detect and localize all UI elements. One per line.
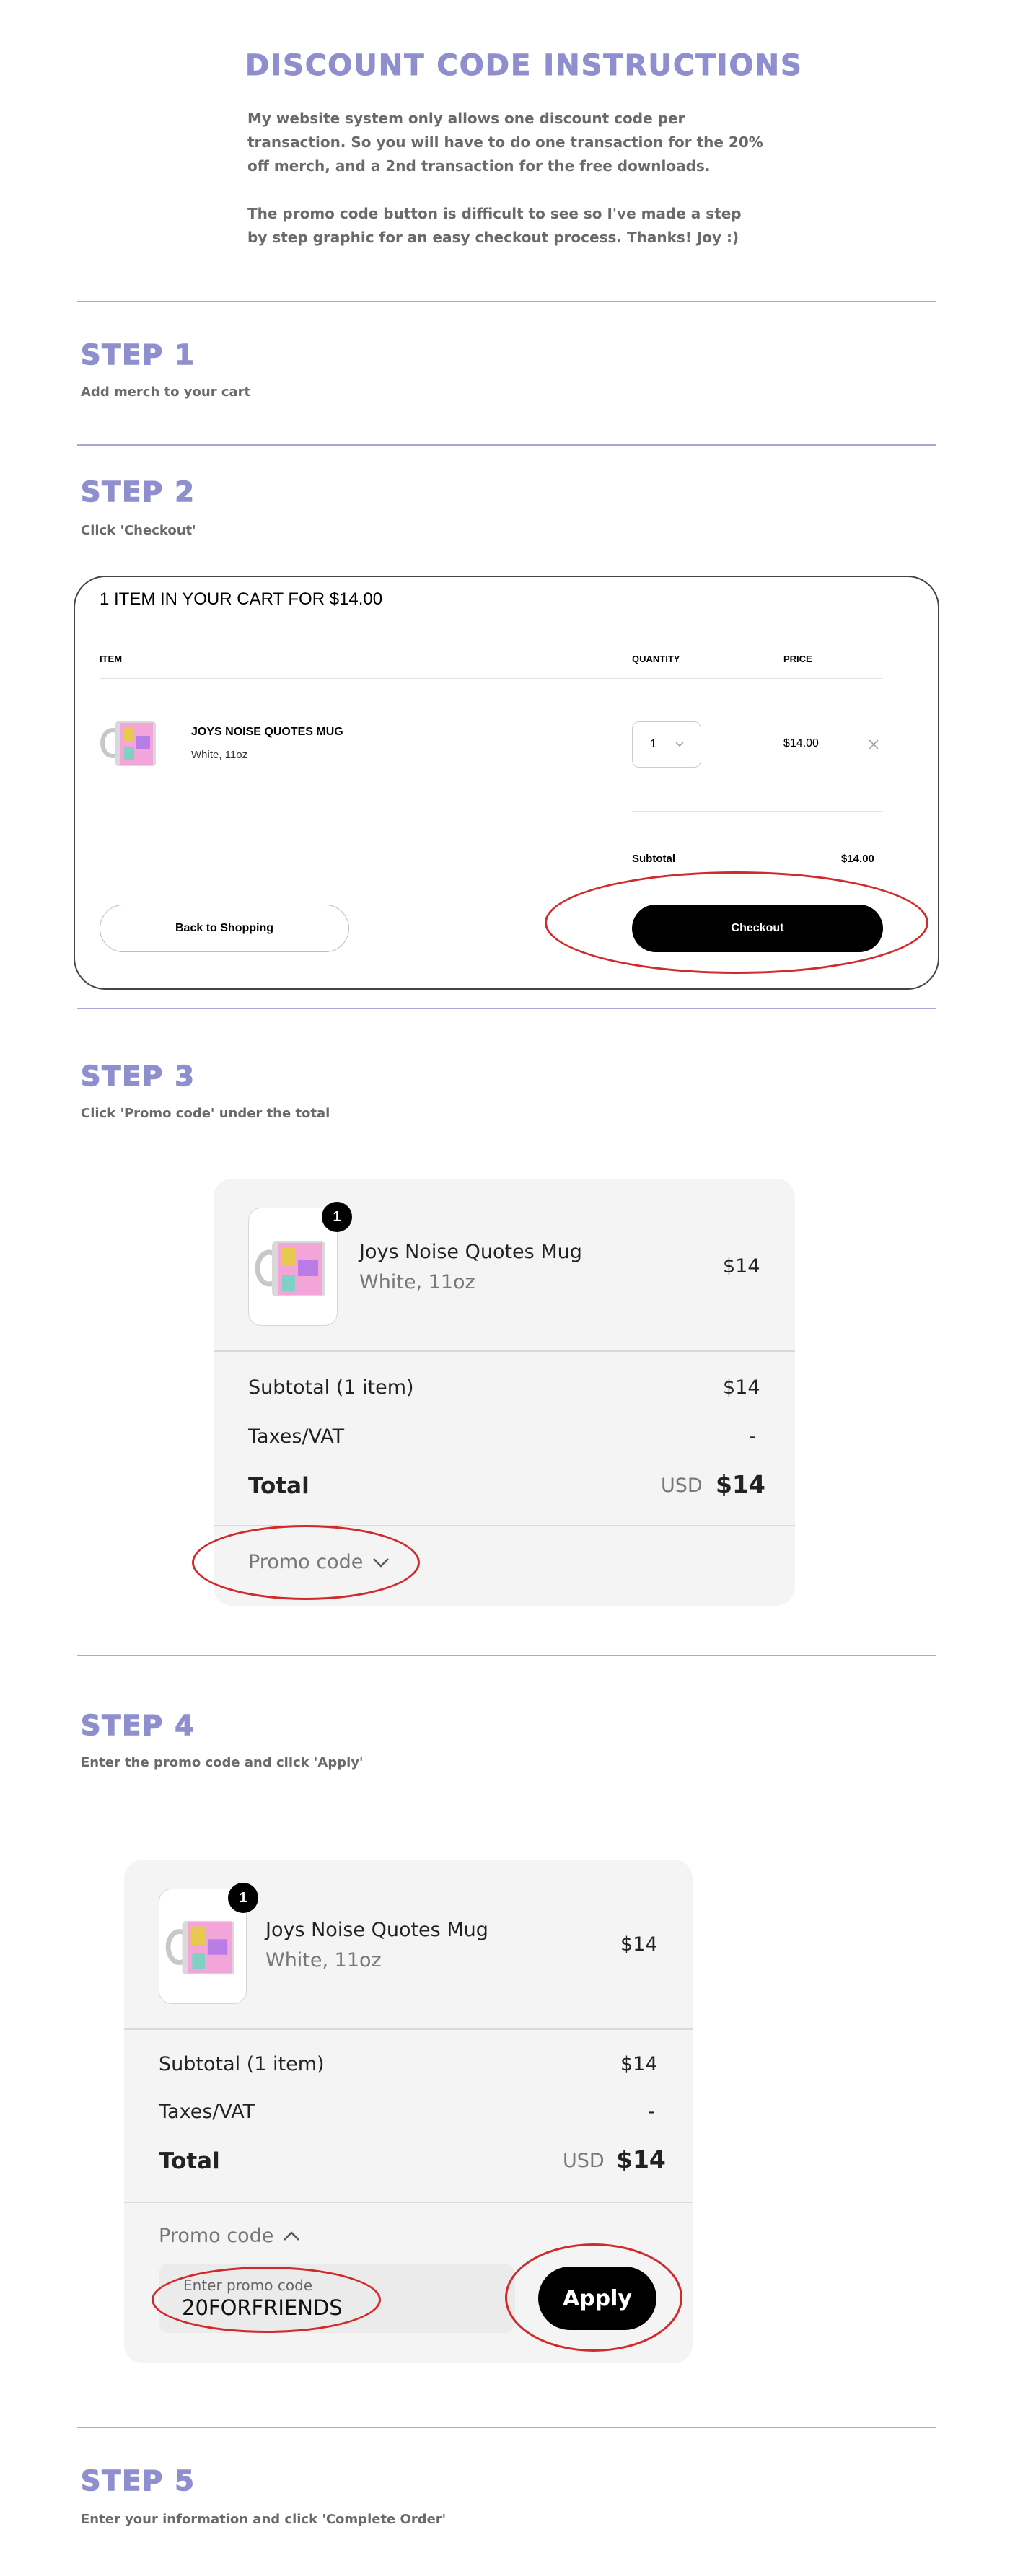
promo-code-toggle[interactable]: Promo code [159, 2225, 301, 2247]
product-variant: White, 11oz [191, 749, 248, 761]
divider [77, 444, 936, 446]
product-name[interactable]: JOYS NOISE QUOTES MUG [191, 726, 343, 739]
col-price: PRICE [783, 654, 812, 664]
divider [77, 301, 936, 302]
divider [100, 678, 883, 679]
divider [214, 1350, 795, 1352]
total-currency: USD [661, 1474, 703, 1497]
step-5-subtitle: Enter your information and click 'Comple… [81, 2512, 447, 2527]
step-2-subtitle: Click 'Checkout' [81, 523, 196, 538]
step-4-subtitle: Enter the promo code and click 'Apply' [81, 1755, 364, 1770]
divider [77, 1008, 936, 1009]
subtotal-label: Subtotal [632, 853, 675, 865]
total-currency: USD [563, 2150, 605, 2172]
step-2-title: STEP 2 [80, 475, 196, 509]
taxes-value: - [648, 2101, 655, 2123]
intro-line: transaction. So you will have to do one … [247, 133, 763, 151]
intro-line: The promo code button is difficult to se… [247, 205, 742, 222]
product-price: $14 [620, 1933, 658, 1956]
chevron-down-icon [675, 742, 684, 747]
step-5-title: STEP 5 [80, 2464, 196, 2497]
step-1-title: STEP 1 [80, 338, 196, 372]
total-label: Total [248, 1473, 309, 1499]
quantity-value: 1 [650, 738, 656, 750]
highlight-ellipse [505, 2243, 682, 2352]
cart-heading: 1 ITEM IN YOUR CART FOR $14.00 [100, 589, 383, 609]
total-value: $14 [616, 2145, 666, 2173]
product-price: $14.00 [783, 737, 819, 749]
divider [124, 2028, 693, 2030]
taxes-label: Taxes/VAT [159, 2101, 255, 2123]
highlight-ellipse [152, 2267, 381, 2333]
highlight-ellipse [192, 1525, 420, 1600]
product-variant: White, 11oz [359, 1271, 475, 1293]
subtotal-label: Subtotal (1 item) [248, 1376, 414, 1399]
total-label: Total [159, 2148, 220, 2174]
product-variant: White, 11oz [265, 1949, 382, 1971]
divider [632, 811, 883, 812]
quantity-badge: 1 [228, 1883, 258, 1913]
product-name: Joys Noise Quotes Mug [359, 1241, 582, 1263]
step-3-subtitle: Click 'Promo code' under the total [81, 1106, 330, 1121]
subtotal-value: $14 [620, 2053, 658, 2075]
quantity-badge: 1 [322, 1202, 352, 1232]
intro-line: My website system only allows one discou… [247, 110, 685, 127]
step-3-title: STEP 3 [80, 1060, 196, 1093]
divider [124, 2202, 693, 2203]
total-value: $14 [716, 1470, 765, 1498]
intro-text: My website system only allows one discou… [247, 107, 839, 250]
product-price: $14 [723, 1255, 760, 1278]
step-1-subtitle: Add merch to your cart [81, 384, 251, 400]
back-to-shopping-button[interactable]: Back to Shopping [100, 905, 349, 952]
promo-code-label: Promo code [159, 2225, 274, 2247]
step-4-title: STEP 4 [80, 1709, 196, 1742]
remove-icon[interactable] [868, 739, 879, 750]
divider [77, 1655, 936, 1656]
col-quantity: QUANTITY [632, 654, 680, 664]
subtotal-label: Subtotal (1 item) [159, 2053, 325, 2075]
quantity-select[interactable]: 1 [632, 721, 701, 768]
page-title: DISCOUNT CODE INSTRUCTIONS [245, 49, 803, 83]
col-item: ITEM [100, 654, 123, 664]
taxes-label: Taxes/VAT [248, 1425, 345, 1448]
product-image[interactable] [100, 714, 163, 772]
intro-line: by step graphic for an easy checkout pro… [247, 229, 739, 246]
taxes-value: - [749, 1425, 756, 1448]
divider [77, 2427, 936, 2428]
chevron-up-icon [284, 2230, 300, 2241]
subtotal-value: $14 [723, 1376, 760, 1399]
intro-line: off merch, and a 2nd transaction for the… [247, 157, 711, 175]
subtotal-value: $14.00 [841, 853, 874, 865]
product-name: Joys Noise Quotes Mug [265, 1919, 488, 1941]
highlight-ellipse [545, 871, 928, 974]
